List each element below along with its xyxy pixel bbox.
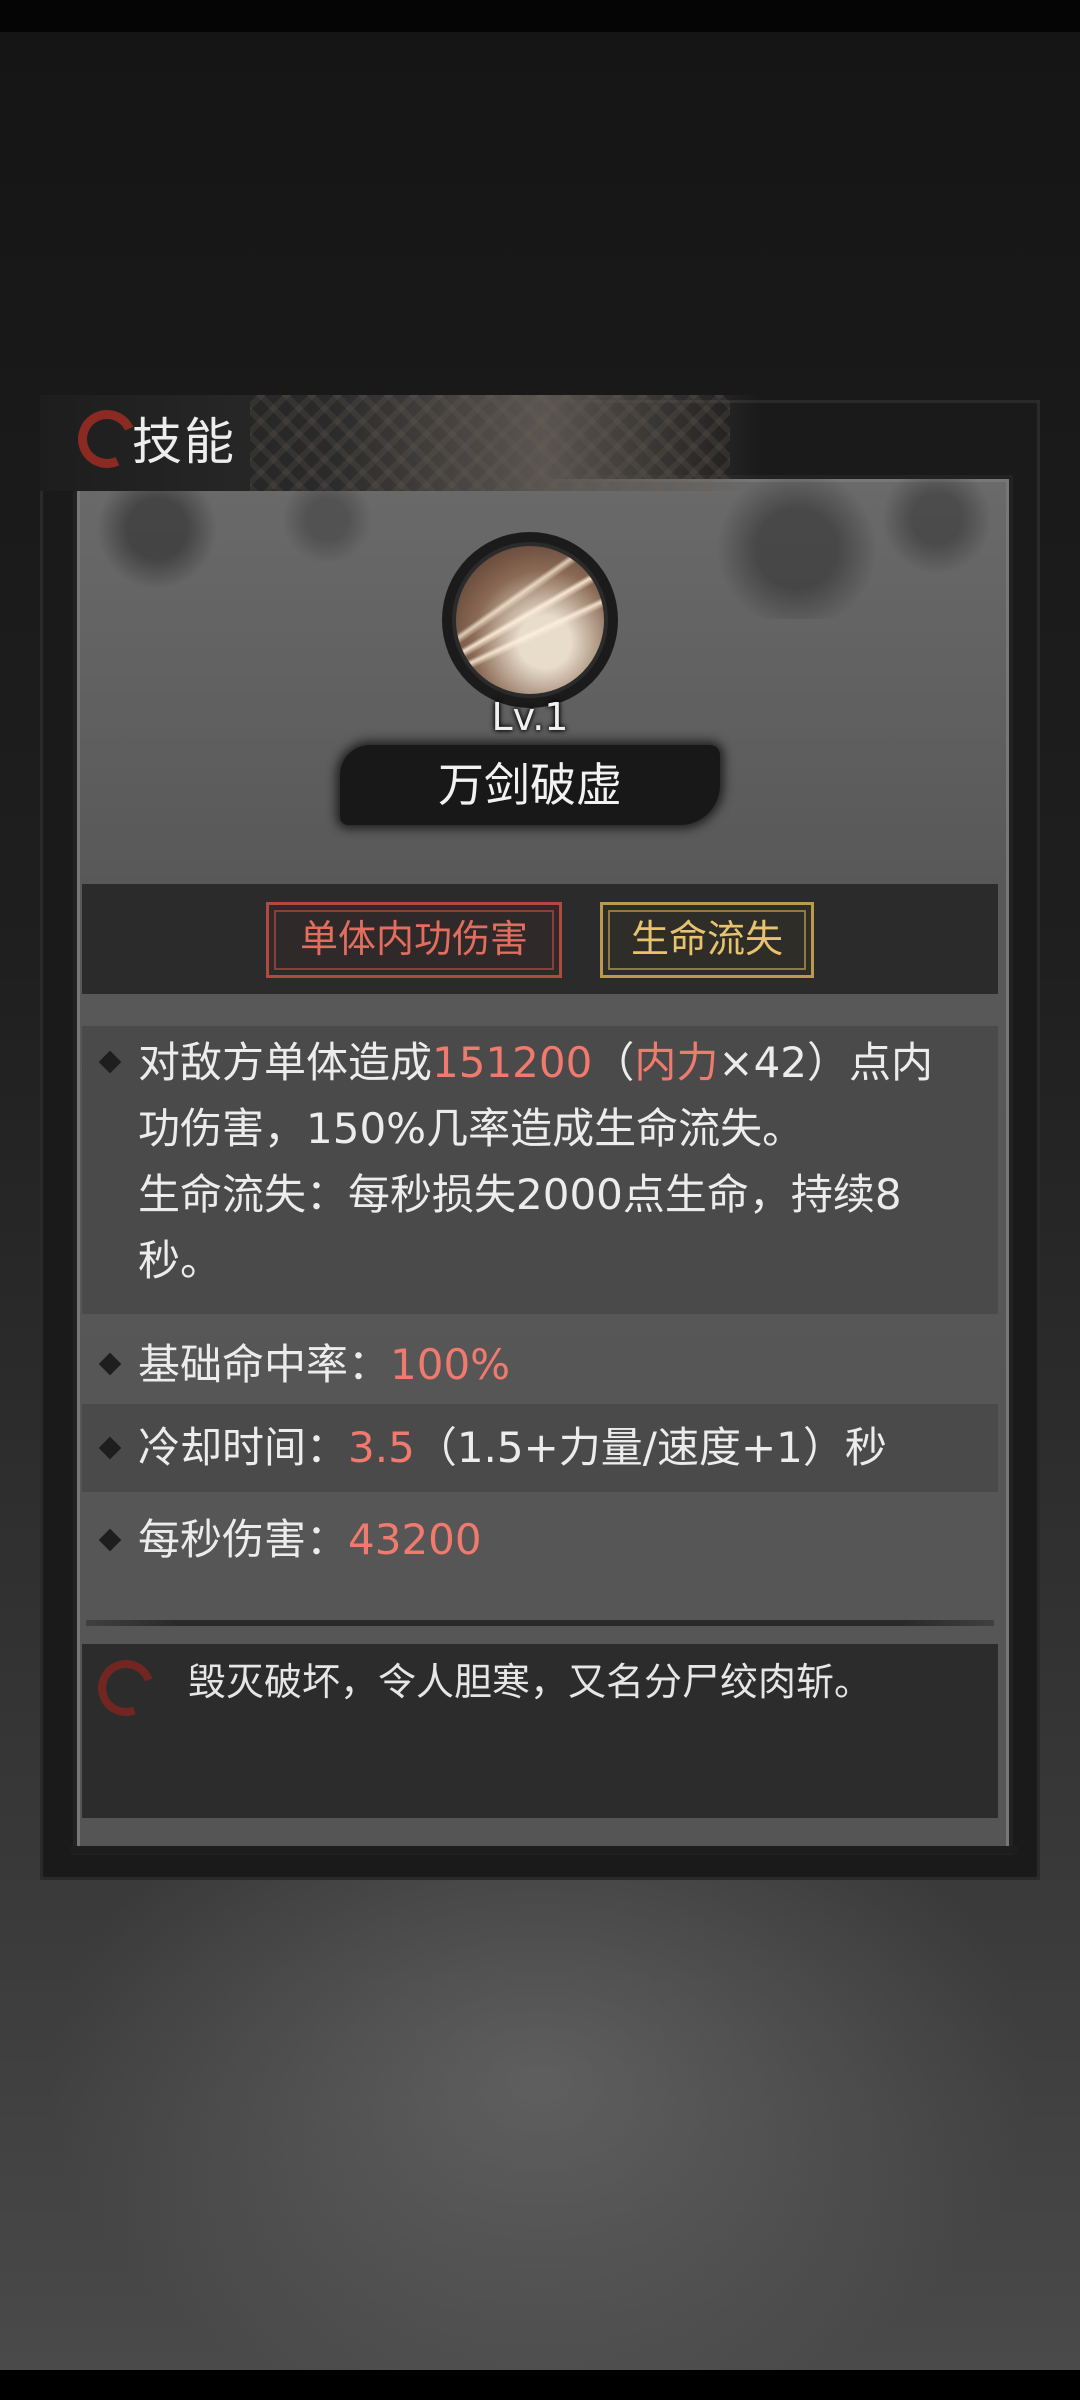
- description-line-1: 对敌方单体造成151200（内力×42）点内: [138, 1038, 934, 1087]
- header-pattern-decoration: [250, 395, 730, 491]
- skill-icon-frame: [442, 532, 618, 708]
- hit-rate-value: 100%: [390, 1340, 511, 1389]
- tag-life-drain: 生命流失: [600, 902, 814, 978]
- panel-bottom-frame: [70, 1846, 1018, 1854]
- panel-title: 技能: [132, 413, 236, 471]
- navigation-bar: [0, 2370, 1080, 2400]
- description-line-4: 秒。: [138, 1236, 223, 1285]
- diamond-bullet-icon: [98, 1436, 122, 1460]
- flavor-text: 毁灭破坏，令人胆寒，又名分尸绞肉斩。: [188, 1660, 873, 1704]
- dps-text: 每秒伤害：43200: [138, 1515, 482, 1564]
- effect-description: 对敌方单体造成151200（内力×42）点内 功伤害，150%几率造成生命流失。…: [82, 1026, 998, 1314]
- sword-slash-orb-icon: [452, 542, 608, 698]
- cooldown-row: 冷却时间：3.5（1.5+力量/速度+1）秒: [82, 1404, 998, 1492]
- description-line-2: 功伤害，150%几率造成生命流失。: [138, 1104, 805, 1153]
- dps-value: 43200: [348, 1515, 482, 1564]
- diamond-bullet-icon: [98, 1352, 122, 1376]
- description-line-3: 生命流失：每秒损失2000点生命，持续8: [138, 1170, 902, 1219]
- tag-single-internal-damage: 单体内功伤害: [266, 902, 562, 978]
- cooldown-text: 冷却时间：3.5（1.5+力量/速度+1）秒: [138, 1423, 887, 1472]
- diamond-bullet-icon: [98, 1050, 122, 1074]
- dps-row: 每秒伤害：43200: [82, 1496, 998, 1584]
- skill-level: Lv.1: [491, 695, 569, 739]
- hit-rate-row: 基础命中率：100%: [82, 1328, 998, 1402]
- hit-rate-text: 基础命中率：100%: [138, 1340, 511, 1389]
- skill-name: 万剑破虚: [438, 758, 622, 812]
- stat-name: 内力: [634, 1038, 719, 1087]
- status-bar: [0, 0, 1080, 32]
- diamond-bullet-icon: [98, 1528, 122, 1552]
- damage-value: 151200: [432, 1038, 593, 1087]
- divider: [86, 1620, 994, 1626]
- cooldown-value: 3.5: [348, 1423, 415, 1472]
